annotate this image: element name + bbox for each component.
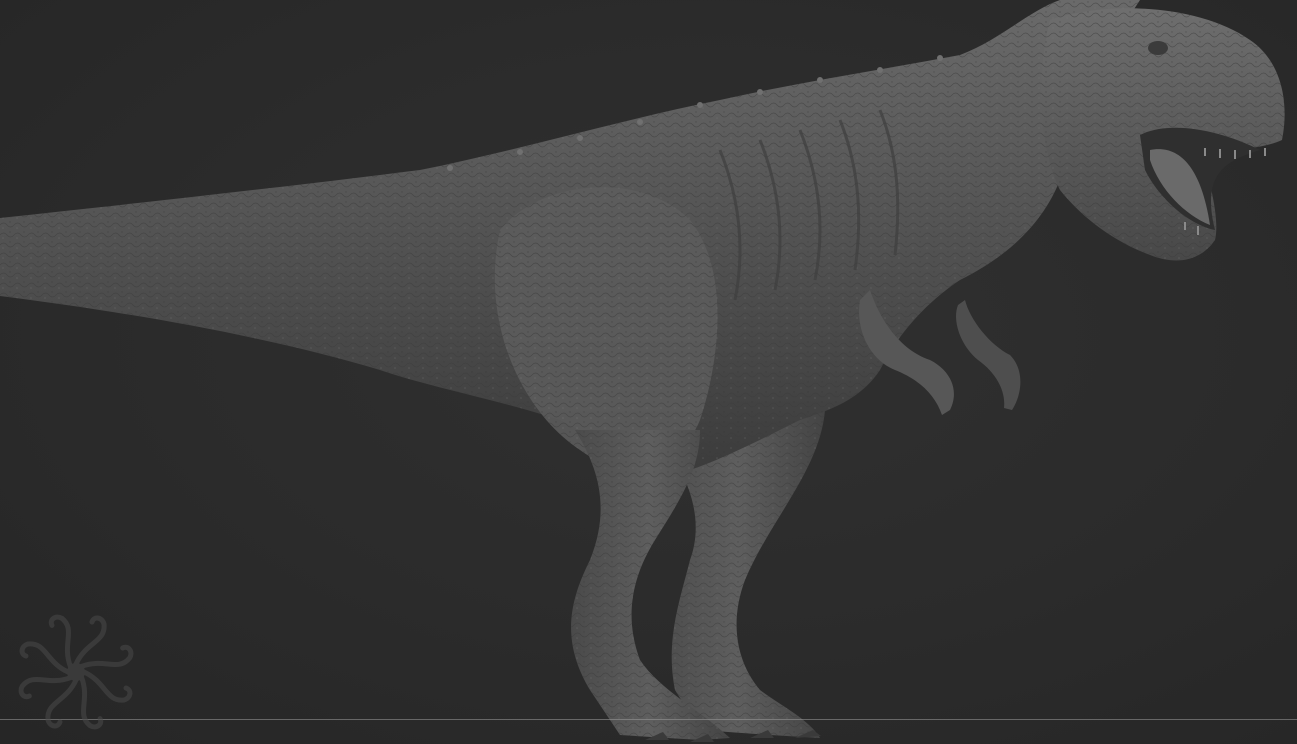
t-rex-model[interactable] xyxy=(0,0,1297,744)
spiral-logo-icon xyxy=(18,614,134,730)
ground-line xyxy=(0,719,1297,720)
eye xyxy=(1148,41,1168,55)
far-arm xyxy=(956,300,1021,410)
sculpt-viewport[interactable] xyxy=(0,0,1297,744)
